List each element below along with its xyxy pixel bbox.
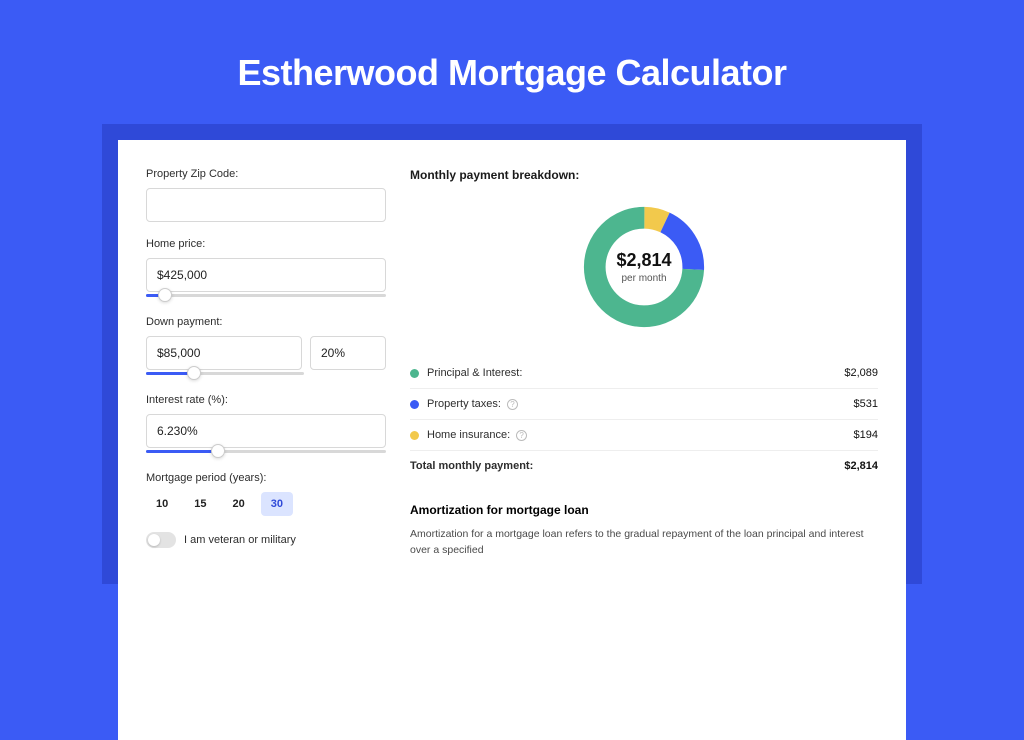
period-option-30[interactable]: 30 — [261, 492, 293, 516]
calculator-card: Property Zip Code: Home price: Down paym… — [118, 140, 906, 740]
info-icon[interactable]: ? — [516, 430, 527, 441]
veteran-label: I am veteran or military — [184, 534, 296, 546]
donut-amount: $2,814 — [616, 250, 671, 271]
zip-input[interactable] — [146, 188, 386, 222]
amortization-text: Amortization for a mortgage loan refers … — [410, 527, 878, 559]
veteran-toggle[interactable] — [146, 532, 176, 548]
payment-donut-chart: $2,814 per month — [579, 202, 709, 332]
mortgage-period-label: Mortgage period (years): — [146, 472, 386, 484]
interest-rate-label: Interest rate (%): — [146, 394, 386, 406]
page-title: Estherwood Mortgage Calculator — [0, 52, 1024, 94]
donut-sub: per month — [621, 273, 666, 284]
breakdown-row-value: $2,089 — [844, 367, 878, 379]
legend-dot-icon — [410, 431, 419, 440]
breakdown-row-label: Property taxes: — [427, 398, 501, 410]
down-payment-slider[interactable] — [146, 368, 304, 378]
down-payment-pct-input[interactable] — [310, 336, 386, 370]
interest-rate-input[interactable] — [146, 414, 386, 448]
info-icon[interactable]: ? — [507, 399, 518, 410]
period-option-20[interactable]: 20 — [223, 492, 255, 516]
period-option-10[interactable]: 10 — [146, 492, 178, 516]
home-price-input[interactable] — [146, 258, 386, 292]
breakdown-row-label: Principal & Interest: — [427, 367, 522, 379]
zip-label: Property Zip Code: — [146, 168, 386, 180]
down-payment-label: Down payment: — [146, 316, 386, 328]
amortization-title: Amortization for mortgage loan — [410, 503, 878, 517]
breakdown-list: Principal & Interest: $2,089 Property ta… — [410, 358, 878, 481]
breakdown-row-total: Total monthly payment: $2,814 — [410, 450, 878, 481]
form-column: Property Zip Code: Home price: Down paym… — [146, 168, 386, 712]
period-option-15[interactable]: 15 — [184, 492, 216, 516]
breakdown-total-label: Total monthly payment: — [410, 460, 533, 472]
mortgage-period-group: 10 15 20 30 — [146, 492, 386, 516]
breakdown-row-principal: Principal & Interest: $2,089 — [410, 358, 878, 388]
legend-dot-icon — [410, 400, 419, 409]
breakdown-row-label: Home insurance: — [427, 429, 510, 441]
home-price-slider[interactable] — [146, 290, 386, 300]
home-price-label: Home price: — [146, 238, 386, 250]
breakdown-row-taxes: Property taxes: ? $531 — [410, 388, 878, 419]
interest-rate-slider[interactable] — [146, 446, 386, 456]
down-payment-input[interactable] — [146, 336, 302, 370]
breakdown-title: Monthly payment breakdown: — [410, 168, 878, 182]
breakdown-row-insurance: Home insurance: ? $194 — [410, 419, 878, 450]
breakdown-total-value: $2,814 — [844, 460, 878, 472]
legend-dot-icon — [410, 369, 419, 378]
breakdown-row-value: $531 — [854, 398, 878, 410]
breakdown-column: Monthly payment breakdown: $2,814 — [410, 168, 878, 712]
breakdown-row-value: $194 — [854, 429, 878, 441]
